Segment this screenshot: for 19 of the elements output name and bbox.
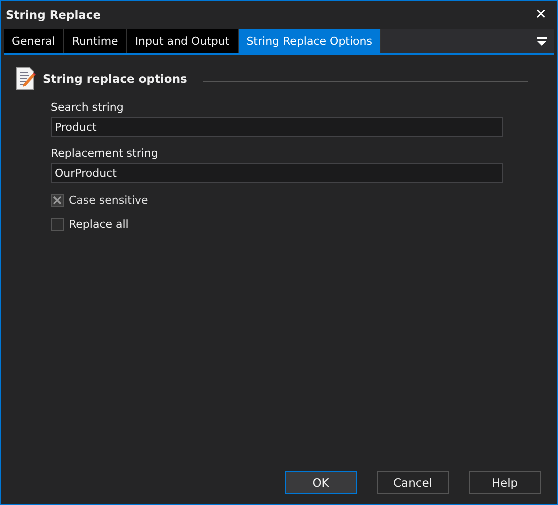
field-label: Replacement string [51,147,160,160]
window-title: String Replace [6,8,102,22]
dialog-button[interactable]: OK [285,471,357,494]
dialog-button[interactable]: Help [469,471,541,494]
field-label: Search string [51,101,125,114]
tab[interactable]: Runtime [64,29,128,53]
input-field[interactable]: Product [51,117,503,137]
notepad-icon [15,67,37,91]
tab[interactable]: String Replace Options [238,29,382,53]
dialog-button[interactable]: Cancel [377,471,449,494]
checkbox-label: Replace all [69,218,129,230]
close-button[interactable]: ✕ [535,7,547,23]
input-field[interactable]: OurProduct [51,163,503,183]
tab[interactable]: General [4,29,64,53]
overflow-menu-icon[interactable] [537,36,547,46]
tab[interactable]: Input and Output [127,29,239,53]
section-title: String replace options [43,72,188,86]
checkbox[interactable] [51,218,64,230]
checkbox-label: Case sensitive [69,194,148,206]
